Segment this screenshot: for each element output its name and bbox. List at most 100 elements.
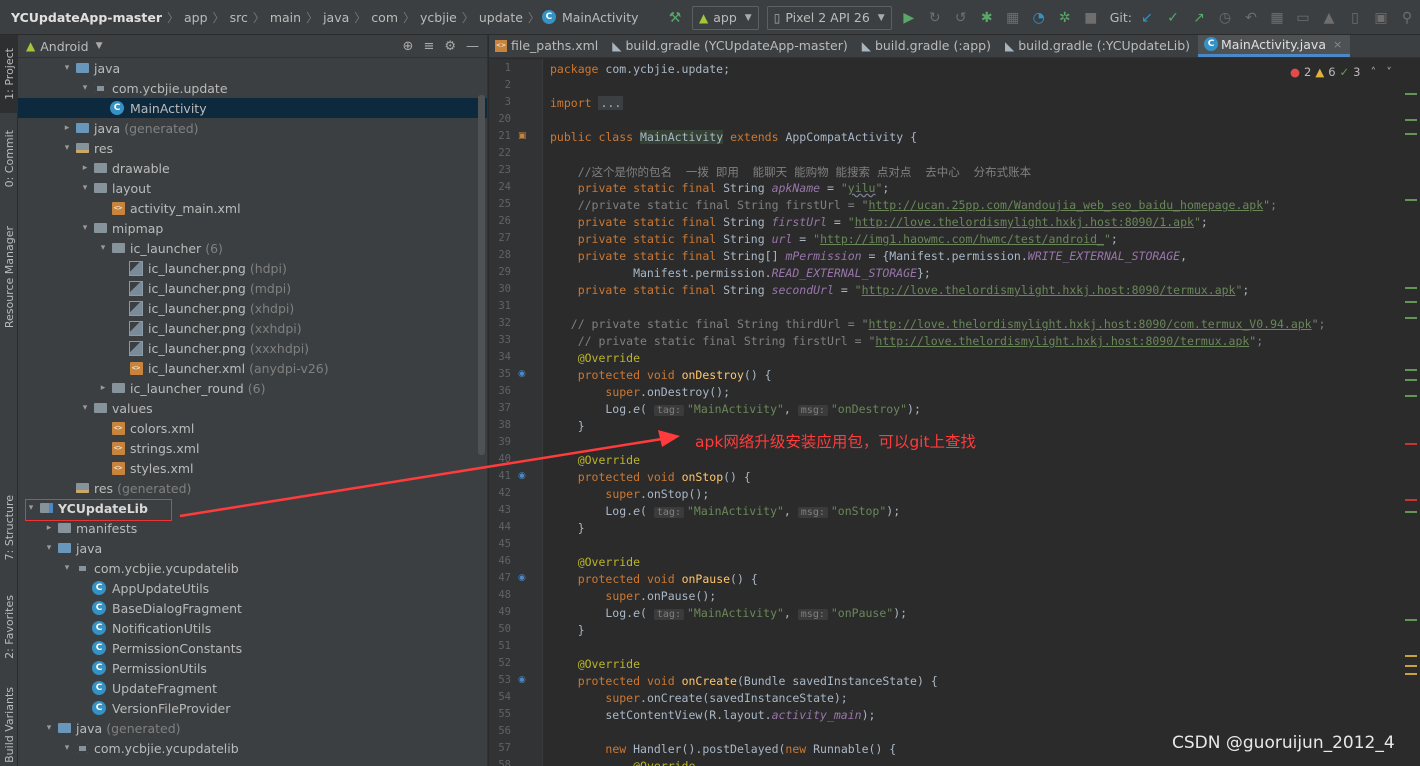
avd-manager-icon[interactable]: ▭ bbox=[1290, 5, 1316, 31]
chevron-down-icon[interactable]: ▾ bbox=[96, 243, 110, 253]
tree-item[interactable]: ▸ic_launcher.png(mdpi) bbox=[18, 278, 487, 298]
breadcrumb-item[interactable]: 〉 src bbox=[211, 9, 251, 26]
tab-structure[interactable]: 7: Structure bbox=[0, 485, 18, 570]
tree-item[interactable]: ▸CAppUpdateUtils bbox=[18, 578, 487, 598]
breadcrumb-item[interactable]: 〉 com bbox=[352, 9, 401, 26]
locate-file-icon[interactable]: ⊕ bbox=[403, 39, 414, 54]
breadcrumb-item[interactable]: 〉 app bbox=[165, 9, 211, 26]
tree-item[interactable]: ▾ java bbox=[18, 538, 487, 558]
run-icon[interactable]: ▶ bbox=[896, 5, 922, 31]
tree-scrollbar[interactable] bbox=[478, 95, 485, 455]
chevron-down-icon[interactable]: ▾ bbox=[42, 723, 56, 733]
chevron-down-icon[interactable]: ▾ bbox=[60, 143, 74, 153]
chevron-down-icon[interactable]: ▾ bbox=[60, 563, 74, 573]
profiler-icon[interactable]: ◔ bbox=[1026, 5, 1052, 31]
tree-item[interactable]: ▸CPermissionConstants bbox=[18, 638, 487, 658]
tree-item[interactable]: ▸ manifests bbox=[18, 518, 487, 538]
breadcrumb-item[interactable]: 〉 main bbox=[251, 9, 304, 26]
apply-changes-icon[interactable]: ↺ bbox=[948, 5, 974, 31]
tree-item[interactable]: ▸ic_launcher.png(xxhdpi) bbox=[18, 318, 487, 338]
tree-item[interactable]: ▸CVersionFileProvider bbox=[18, 698, 487, 718]
breadcrumb-item[interactable]: 〉 java bbox=[304, 9, 352, 26]
tree-item[interactable]: ▸ic_launcher.png(hdpi) bbox=[18, 258, 487, 278]
tree-item[interactable]: ▾ values bbox=[18, 398, 487, 418]
hammer-icon[interactable]: ⚒ bbox=[662, 5, 688, 31]
tree-item[interactable]: ▸activity_main.xml bbox=[18, 198, 487, 218]
breadcrumb-item[interactable]: 〉 update bbox=[460, 9, 526, 26]
tree-item[interactable]: ▾ com.ycbjie.ycupdatelib bbox=[18, 558, 487, 578]
chevron-down-icon[interactable]: ▾ bbox=[78, 83, 92, 93]
tab-project[interactable]: 1: Project bbox=[0, 35, 18, 113]
device-manager-icon[interactable]: ▯ bbox=[1342, 5, 1368, 31]
search-everywhere-icon[interactable]: ⚲ bbox=[1394, 5, 1420, 31]
rerun-icon[interactable]: ↻ bbox=[922, 5, 948, 31]
tree-item[interactable]: ▸CPermissionUtils bbox=[18, 658, 487, 678]
git-history-icon[interactable]: ◷ bbox=[1212, 5, 1238, 31]
tree-item[interactable]: ▸ ic_launcher_round (6) bbox=[18, 378, 487, 398]
tree-item[interactable]: ▸styles.xml bbox=[18, 458, 487, 478]
debug-icon[interactable]: ✱ bbox=[974, 5, 1000, 31]
view-mode-select[interactable]: Android bbox=[40, 39, 88, 54]
chevron-down-icon[interactable]: ▼ bbox=[96, 41, 103, 51]
tree-item[interactable]: ▸colors.xml bbox=[18, 418, 487, 438]
chevron-up-icon[interactable]: ˄ bbox=[1371, 65, 1377, 79]
chevron-down-icon[interactable]: ˅ bbox=[1386, 65, 1392, 79]
tree-item[interactable]: ▸ drawable bbox=[18, 158, 487, 178]
tab-build-variants[interactable]: Build Variants bbox=[0, 683, 18, 766]
editor-tab[interactable]: <> file_paths.xml bbox=[489, 35, 606, 57]
tree-item[interactable]: ▸ic_launcher.xml(anydpi-v26) bbox=[18, 358, 487, 378]
tree-item[interactable]: ▾ java bbox=[18, 58, 487, 78]
close-icon[interactable]: × bbox=[1333, 38, 1342, 51]
tree-item[interactable]: ▾ java (generated) bbox=[18, 718, 487, 738]
editor-tab[interactable]: ◣ build.gradle (:app) bbox=[856, 35, 999, 57]
chevron-right-icon[interactable]: ▸ bbox=[96, 383, 110, 393]
tree-item[interactable]: ▾ layout bbox=[18, 178, 487, 198]
git-rollback-icon[interactable]: ↶ bbox=[1238, 5, 1264, 31]
tree-item[interactable]: ▾ com.ycbjie.ycupdatelib bbox=[18, 738, 487, 758]
chevron-down-icon[interactable]: ▾ bbox=[78, 183, 92, 193]
attach-process-icon[interactable]: ✲ bbox=[1052, 5, 1078, 31]
chevron-down-icon[interactable]: ▾ bbox=[78, 403, 92, 413]
tree-item[interactable]: ▸CNotificationUtils bbox=[18, 618, 487, 638]
tree-item[interactable]: ▸ic_launcher.png(xxxhdpi) bbox=[18, 338, 487, 358]
tree-item[interactable]: ▾ mipmap bbox=[18, 218, 487, 238]
sdk-manager-icon[interactable]: ▲ bbox=[1316, 5, 1342, 31]
tree-item[interactable]: ▸CMainActivity bbox=[18, 98, 487, 118]
tree-item[interactable]: ▸CBaseDialogFragment bbox=[18, 598, 487, 618]
layout-inspector-icon[interactable]: ▣ bbox=[1368, 5, 1394, 31]
chevron-down-icon[interactable]: ▾ bbox=[60, 743, 74, 753]
tab-resource-manager[interactable]: Resource Manager bbox=[0, 215, 18, 340]
git-update-icon[interactable]: ↙ bbox=[1134, 5, 1160, 31]
hide-panel-icon[interactable]: — bbox=[466, 39, 479, 54]
git-push-icon[interactable]: ↗ bbox=[1186, 5, 1212, 31]
gear-icon[interactable]: ⚙ bbox=[444, 39, 456, 54]
chevron-down-icon[interactable]: ▾ bbox=[78, 223, 92, 233]
override-gutter-icon[interactable]: ◉ bbox=[518, 675, 526, 685]
class-gutter-icon[interactable]: ▣ bbox=[518, 131, 527, 141]
editor-tab[interactable]: C MainActivity.java × bbox=[1198, 35, 1351, 57]
editor-tab[interactable]: ◣ build.gradle (YCUpdateApp-master) bbox=[606, 35, 855, 57]
tree-item[interactable]: ▾ res bbox=[18, 138, 487, 158]
breadcrumb-item[interactable]: YCUpdateApp-master bbox=[8, 10, 165, 25]
tab-commit[interactable]: 0: Commit bbox=[0, 123, 18, 195]
git-commit-icon[interactable]: ✓ bbox=[1160, 5, 1186, 31]
attach-debugger-icon[interactable]: ▦ bbox=[1000, 5, 1026, 31]
code-editor[interactable]: 1 2 3 20 21 ▣ 22 23 24 25 26 27 28 29 30 31 32 33 34 35 ◉ 36 3… bbox=[489, 59, 1420, 766]
override-gutter-icon[interactable]: ◉ bbox=[518, 471, 526, 481]
override-gutter-icon[interactable]: ◉ bbox=[518, 369, 526, 379]
tree-item[interactable]: ▾ com.ycbjie.update bbox=[18, 78, 487, 98]
tree-item[interactable]: ▸CUpdateFragment bbox=[18, 678, 487, 698]
chevron-right-icon[interactable]: ▸ bbox=[78, 163, 92, 173]
override-gutter-icon[interactable]: ◉ bbox=[518, 573, 526, 583]
chevron-down-icon[interactable]: ▾ bbox=[60, 63, 74, 73]
breadcrumb-item[interactable]: 〉 C MainActivity bbox=[526, 9, 642, 26]
stop-icon[interactable]: ■ bbox=[1078, 5, 1104, 31]
chevron-down-icon[interactable]: ▾ bbox=[42, 543, 56, 553]
chevron-right-icon[interactable]: ▸ bbox=[60, 123, 74, 133]
tree-item[interactable]: ▸ic_launcher.png(xhdpi) bbox=[18, 298, 487, 318]
breadcrumb-item[interactable]: 〉 ycbjie bbox=[401, 9, 460, 26]
inspection-widget[interactable]: ● 2 ▲ 6 ✓ 3 ˄ ˅ bbox=[1290, 65, 1392, 79]
editor-tab[interactable]: ◣ build.gradle (:YCUpdateLib) bbox=[999, 35, 1198, 57]
tree-item[interactable]: ▸res(generated) bbox=[18, 478, 487, 498]
device-select[interactable]: ▯ Pixel 2 API 26 ▼ bbox=[766, 5, 892, 30]
